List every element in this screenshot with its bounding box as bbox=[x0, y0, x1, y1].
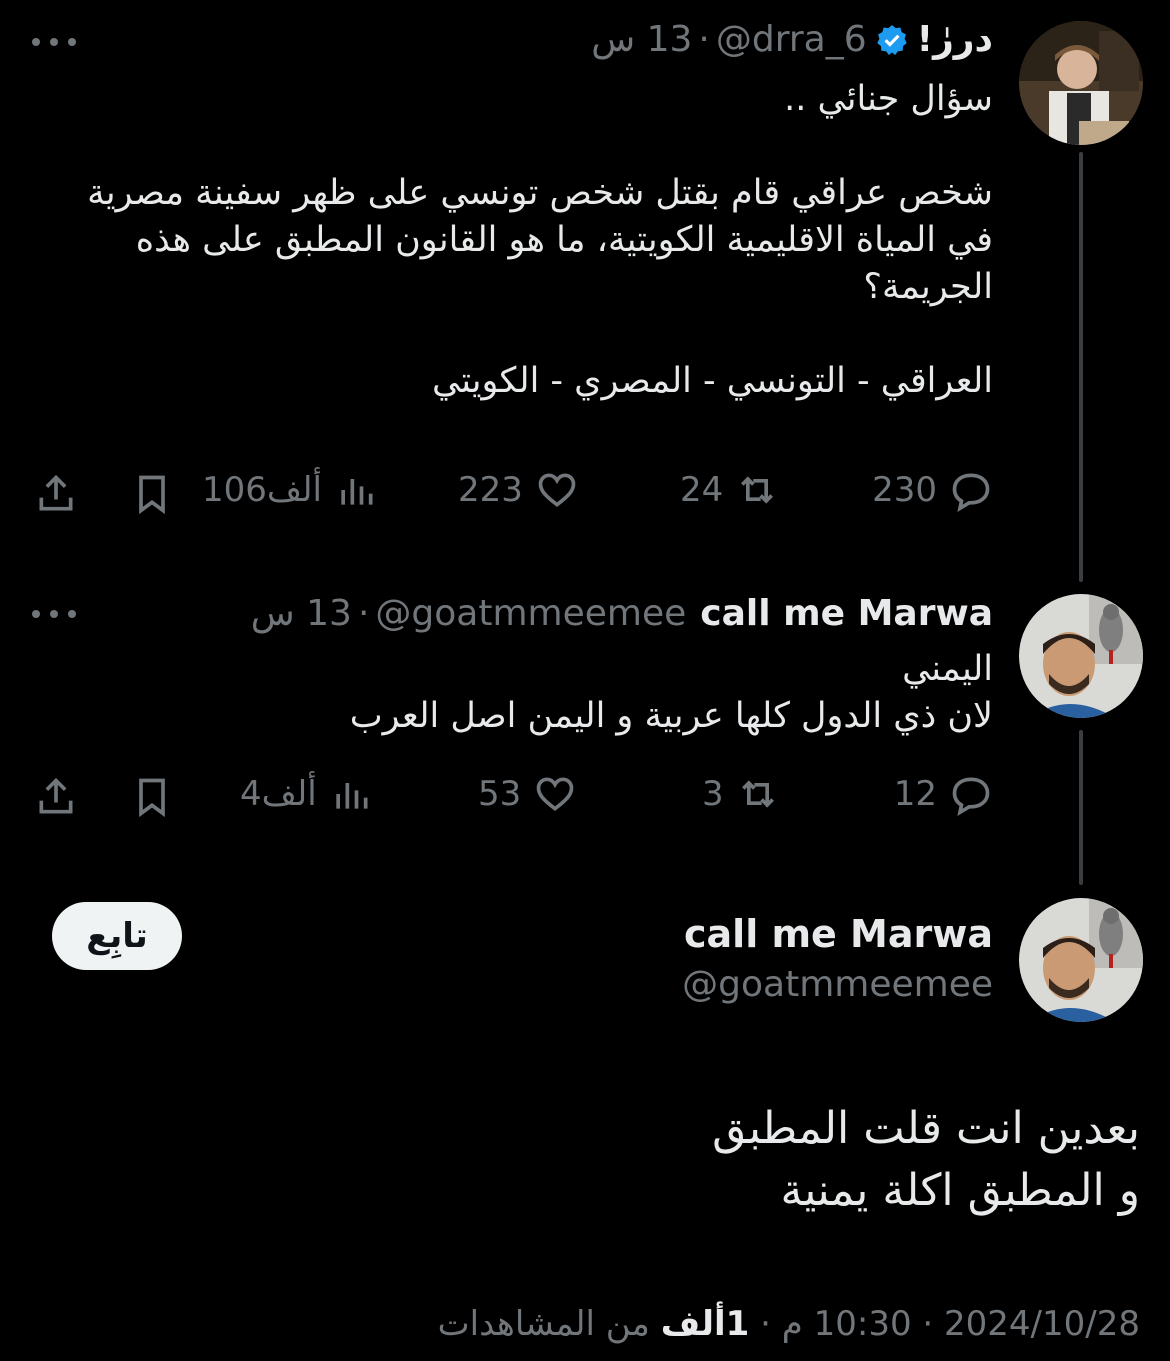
more-icon[interactable] bbox=[32, 604, 76, 624]
share-button[interactable] bbox=[34, 472, 78, 520]
follow-button[interactable]: تابِع bbox=[52, 902, 182, 970]
repost-button[interactable]: 3 bbox=[702, 772, 780, 816]
bookmark-icon bbox=[139, 475, 165, 515]
more-icon[interactable] bbox=[32, 32, 76, 52]
verified-badge-icon bbox=[875, 23, 909, 57]
bookmark-button[interactable] bbox=[130, 775, 174, 823]
main-tweet-text: بعدين انت قلت المطبق و المطبق اكلة يمنية bbox=[712, 1103, 1140, 1216]
views-count: 106ألف bbox=[202, 470, 322, 510]
share-button[interactable] bbox=[34, 775, 78, 823]
separator-dot: · bbox=[357, 593, 370, 634]
views-button[interactable]: 4ألف bbox=[240, 772, 373, 816]
tweet1-handle[interactable]: @drra_6 bbox=[716, 18, 867, 62]
tweet1-time[interactable]: 13 س bbox=[591, 18, 692, 62]
views-suffix: من المشاهدات bbox=[437, 1304, 650, 1344]
like-icon bbox=[536, 777, 574, 811]
reply-count: 230 bbox=[872, 470, 937, 510]
tweet1-header: دررٰ! @drra_6 · 13 س bbox=[591, 18, 993, 62]
like-count: 223 bbox=[458, 470, 523, 510]
main-handle[interactable]: @goatmmeemee bbox=[682, 964, 993, 1005]
tweet2-display-name[interactable]: call me Marwa bbox=[700, 592, 993, 636]
separator-dot: · bbox=[911, 1304, 934, 1344]
avatar-drra[interactable] bbox=[1019, 21, 1143, 145]
tweet2-text: اليمني لان ذي الدول كلها عربية و اليمن ا… bbox=[349, 649, 993, 736]
share-icon bbox=[39, 474, 73, 511]
reply-button[interactable]: 12 bbox=[894, 772, 993, 816]
views-icon bbox=[341, 479, 373, 505]
tweet-time[interactable]: 10:30 م bbox=[782, 1304, 912, 1344]
reply-button[interactable]: 230 bbox=[872, 468, 993, 512]
repost-icon bbox=[741, 476, 774, 504]
reply-icon bbox=[952, 473, 990, 512]
bookmark-icon bbox=[139, 778, 165, 818]
main-display-name[interactable]: call me Marwa bbox=[684, 912, 993, 956]
reply-count: 12 bbox=[893, 774, 937, 814]
like-icon bbox=[538, 473, 576, 507]
like-button[interactable]: 223 bbox=[458, 468, 579, 512]
thread-line bbox=[1079, 152, 1083, 582]
tweet1-text: سؤال جنائي .. شخص عراقي قام بقتل شخص تون… bbox=[87, 79, 993, 401]
separator-dot: · bbox=[749, 1304, 771, 1344]
reply-icon bbox=[952, 777, 990, 816]
repost-count: 3 bbox=[702, 774, 724, 814]
like-button[interactable]: 53 bbox=[478, 772, 577, 816]
avatar-marwa-main[interactable] bbox=[1019, 898, 1143, 1022]
repost-button[interactable]: 24 bbox=[680, 468, 779, 512]
share-icon bbox=[39, 777, 73, 814]
tweet2-header: call me Marwa @goatmmeemee · 13 س bbox=[251, 592, 993, 636]
tweet-date[interactable]: 2024/10/28 bbox=[944, 1304, 1140, 1344]
tweet1-display-name[interactable]: دررٰ! bbox=[917, 18, 993, 62]
thread-line bbox=[1079, 730, 1083, 885]
repost-icon bbox=[741, 780, 774, 808]
views-count: 4ألف bbox=[240, 774, 317, 814]
views-number: 1ألف bbox=[660, 1304, 750, 1344]
bookmark-button[interactable] bbox=[130, 472, 174, 520]
views-button[interactable]: 106ألف bbox=[202, 468, 378, 512]
tweet-meta: 2024/10/28 · 10:30 م · 1ألف من المشاهدات bbox=[438, 1304, 1140, 1344]
tweet2-time[interactable]: 13 س bbox=[251, 592, 352, 636]
tweet2-handle[interactable]: @goatmmeemee bbox=[375, 592, 686, 636]
like-count: 53 bbox=[478, 774, 522, 814]
avatar-marwa[interactable] bbox=[1019, 594, 1143, 718]
separator-dot: · bbox=[698, 19, 710, 60]
repost-count: 24 bbox=[680, 470, 724, 510]
views-icon bbox=[335, 783, 368, 809]
